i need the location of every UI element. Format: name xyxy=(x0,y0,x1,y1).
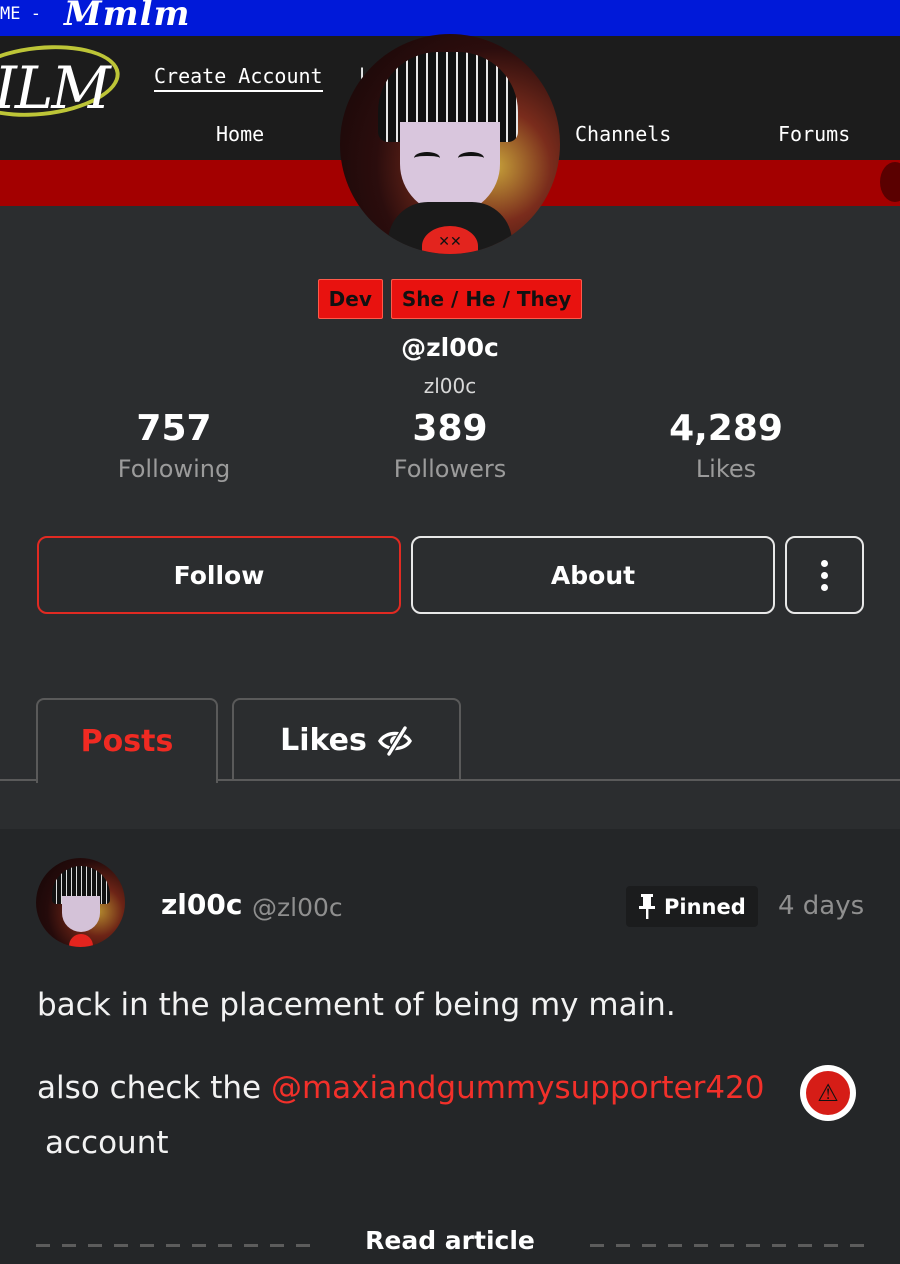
pin-icon xyxy=(639,893,655,919)
nav-home[interactable]: Home xyxy=(216,122,264,146)
profile-avatar[interactable]: ✕✕ xyxy=(340,34,560,254)
nav-channels[interactable]: Channels xyxy=(575,122,671,146)
read-article-row[interactable]: Read article xyxy=(0,1226,900,1262)
post-text-prefix: also check the xyxy=(37,1070,271,1106)
profile-display-name: zl00c xyxy=(423,374,477,398)
about-button[interactable]: About xyxy=(411,536,775,614)
warning-icon: ⚠ xyxy=(806,1071,850,1115)
follow-button[interactable]: Follow xyxy=(37,536,401,614)
avatar-eye xyxy=(414,152,440,164)
post-text-line: also check the @maxiandgummysupporter420 xyxy=(37,1070,765,1106)
pronouns-badge: She / He / They xyxy=(390,279,583,319)
stat-label: Followers xyxy=(393,455,507,483)
stat-label: Following xyxy=(117,455,231,483)
banner-decoration xyxy=(880,162,900,202)
pinned-label: Pinned xyxy=(664,894,746,919)
post-author-avatar[interactable] xyxy=(36,858,125,947)
stat-likes: 4,289 Likes xyxy=(616,408,836,483)
post-timestamp[interactable]: 4 days xyxy=(778,891,864,921)
tab-label: Likes xyxy=(280,723,367,758)
scribble-text: Mmlm xyxy=(64,0,191,34)
post-author-handle[interactable]: @zl00c xyxy=(252,893,343,922)
avatar-face xyxy=(62,896,100,932)
tab-posts[interactable]: Posts xyxy=(36,698,218,783)
stat-following[interactable]: 757 Following xyxy=(64,408,284,483)
profile-badges: Dev She / He / They xyxy=(0,279,900,319)
stat-value: 389 xyxy=(412,408,488,449)
kebab-dot xyxy=(821,559,828,567)
mentioned-user-avatar[interactable]: ⚠ xyxy=(800,1065,856,1121)
tab-label: Posts xyxy=(80,724,174,759)
top-banner: ME - Mmlm xyxy=(0,0,900,36)
kebab-dot xyxy=(821,583,828,591)
site-logo[interactable]: ILM xyxy=(0,54,111,122)
mention-link[interactable]: @maxiandgummysupporter420 xyxy=(271,1070,765,1106)
breadcrumb: ME - xyxy=(0,4,41,24)
eye-off-icon xyxy=(377,725,412,756)
post-text-line: account xyxy=(45,1125,169,1161)
pinned-badge: Pinned xyxy=(626,886,758,927)
nav-forums[interactable]: Forums xyxy=(778,122,850,146)
post-text-line: back in the placement of being my main. xyxy=(37,987,676,1023)
post-author-name[interactable]: zl00c xyxy=(161,888,242,921)
avatar-patch xyxy=(69,934,93,947)
more-options-button[interactable] xyxy=(785,536,864,614)
avatar-face xyxy=(400,122,500,214)
tab-likes[interactable]: Likes xyxy=(232,698,461,781)
stat-value: 4,289 xyxy=(669,408,783,449)
role-badge: Dev xyxy=(317,279,383,319)
kebab-dot xyxy=(821,571,828,579)
stat-label: Likes xyxy=(695,455,757,483)
avatar-eye xyxy=(458,152,484,164)
stat-followers[interactable]: 389 Followers xyxy=(340,408,560,483)
post-card[interactable]: zl00c @zl00c Pinned 4 days back in the p… xyxy=(0,829,900,1264)
read-article-button[interactable]: Read article xyxy=(0,1226,900,1255)
create-account-link[interactable]: Create Account xyxy=(154,64,323,92)
profile-handle: @zl00c xyxy=(401,333,499,362)
stat-value: 757 xyxy=(136,408,212,449)
